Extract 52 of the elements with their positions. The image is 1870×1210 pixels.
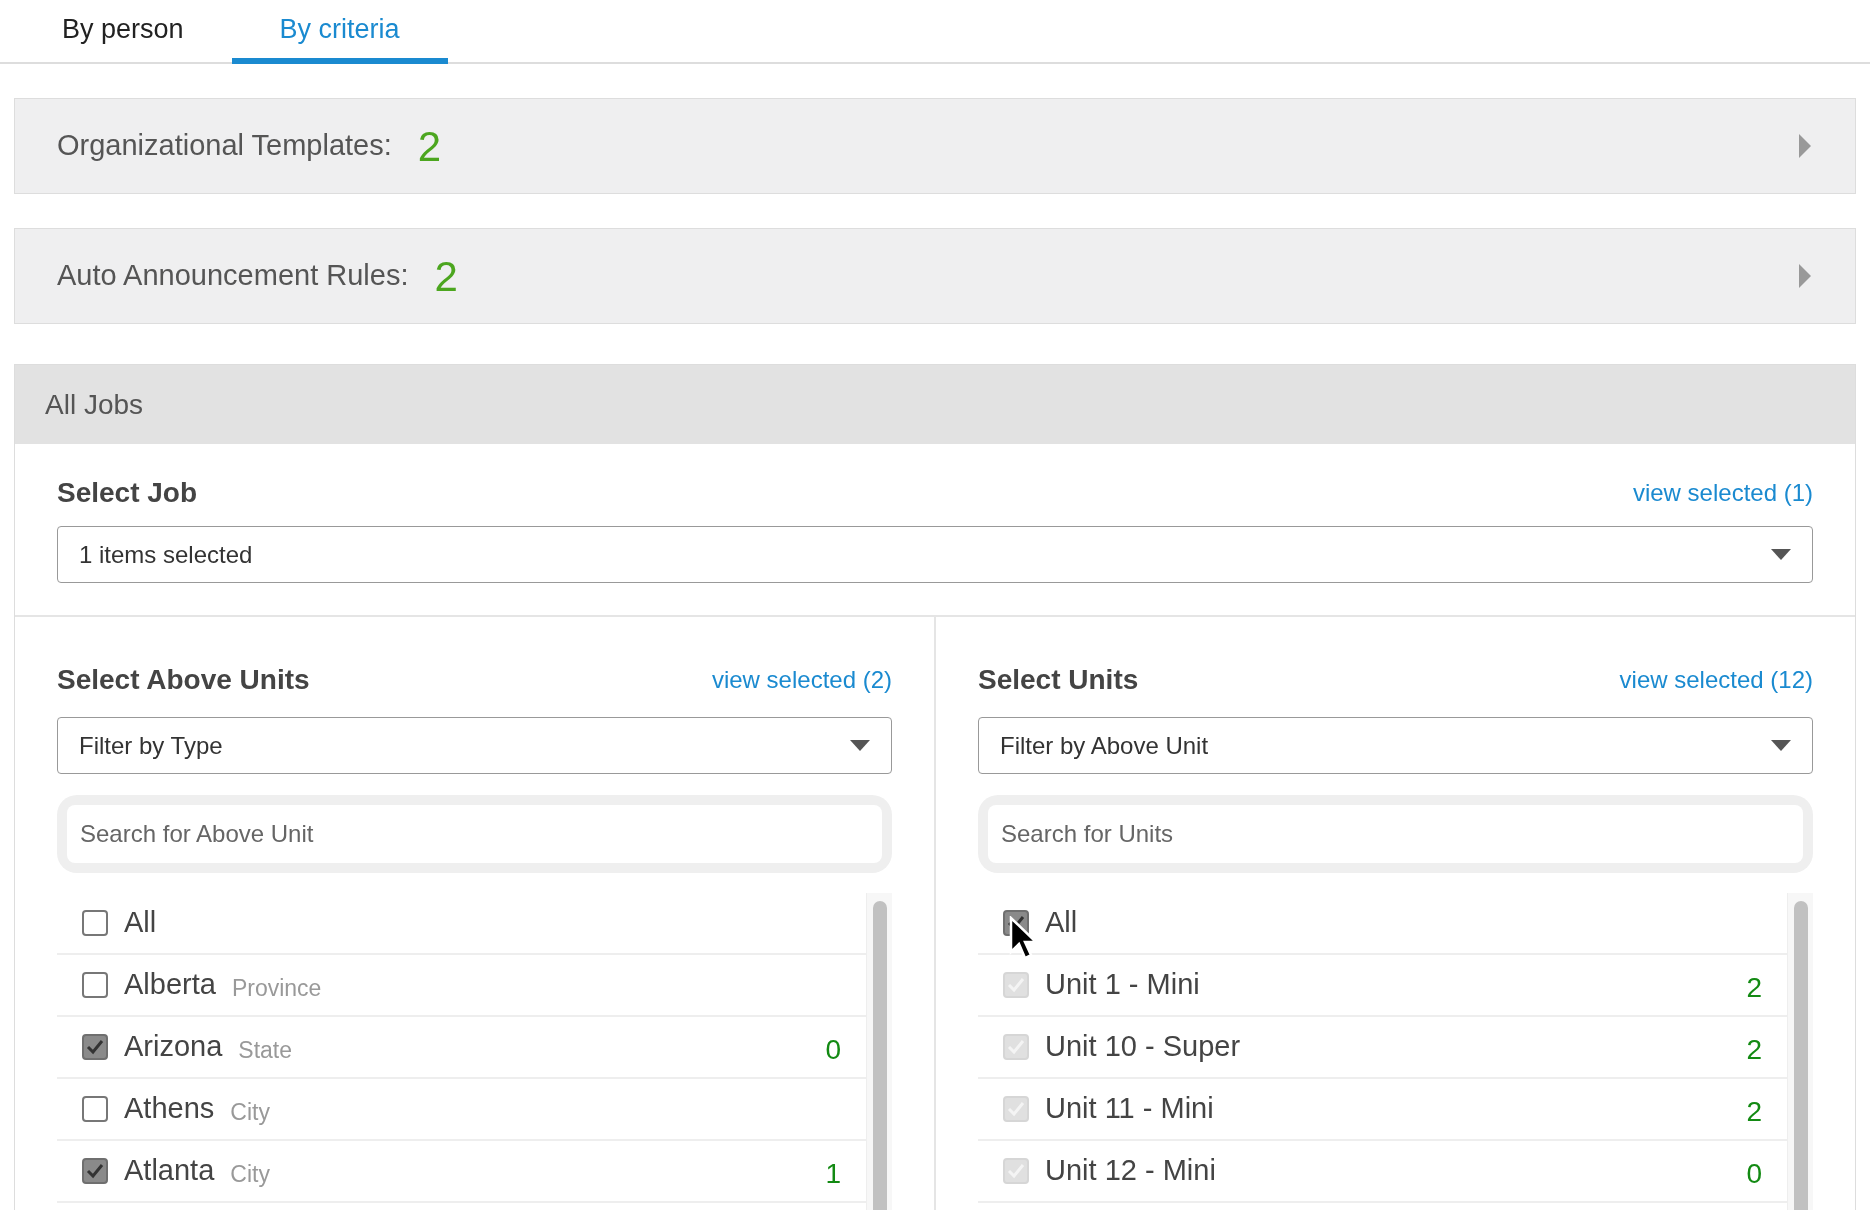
- item-name: Unit 1 - Mini: [1045, 967, 1200, 1003]
- tab[interactable]: By criteria: [231, 0, 448, 64]
- section-label: Select Above Units: [57, 663, 310, 697]
- checkbox[interactable]: [82, 1034, 108, 1060]
- item-type: Province: [231, 973, 322, 1003]
- search-field[interactable]: Search for Units: [988, 805, 1803, 863]
- checkbox[interactable]: [82, 1096, 108, 1122]
- checkmark-icon: [86, 1039, 104, 1055]
- section-label: Select Units: [978, 663, 1139, 697]
- item-name: Athens: [124, 1091, 215, 1127]
- item-count: 1: [825, 1157, 841, 1191]
- summary-panel[interactable]: Auto Announcement Rules: 2: [14, 228, 1856, 324]
- item-name: All: [124, 905, 157, 941]
- item-count: 0: [825, 1033, 841, 1067]
- view-selected-link[interactable]: view selected (2): [711, 662, 892, 698]
- caret-down-icon: [1771, 549, 1791, 560]
- filter-dropdown[interactable]: Filter by Type: [57, 717, 892, 774]
- caret-down-icon: [1771, 740, 1791, 751]
- item-count: 2: [1746, 971, 1762, 1005]
- item-name: Unit 12 - Mini: [1045, 1153, 1216, 1189]
- filter-dropdown[interactable]: Filter by Above Unit: [978, 717, 1813, 774]
- view-selected-link[interactable]: view selected (12): [1619, 662, 1813, 698]
- tab[interactable]: By person: [14, 0, 232, 64]
- panel-title: All Jobs: [45, 387, 144, 422]
- item-type: City: [230, 1159, 270, 1189]
- item-name: Alberta: [124, 967, 216, 1003]
- checkbox[interactable]: [82, 910, 108, 936]
- checkbox[interactable]: [82, 972, 108, 998]
- item-name: Unit 11 - Mini: [1045, 1091, 1214, 1127]
- caret-down-icon: [850, 740, 870, 751]
- summary-label: Organizational Templates:: [57, 128, 392, 164]
- view-selected-link[interactable]: view selected (1): [1632, 475, 1813, 511]
- summary-panel[interactable]: Organizational Templates: 2: [14, 98, 1856, 194]
- item-count: 0: [1746, 1157, 1762, 1191]
- item-type: City: [230, 1097, 270, 1127]
- item-count: 2: [1746, 1095, 1762, 1129]
- scrollbar[interactable]: [1787, 893, 1813, 1210]
- section-label: Select Job: [57, 476, 198, 510]
- item-name: Arizona: [124, 1029, 223, 1065]
- scrollbar[interactable]: [866, 893, 892, 1210]
- job-dropdown[interactable]: 1 items selected: [57, 526, 1813, 583]
- item-count: 2: [1746, 1033, 1762, 1067]
- item-name: All: [1045, 905, 1078, 941]
- checkbox[interactable]: [82, 1158, 108, 1184]
- item-name: Atlanta: [124, 1153, 215, 1189]
- search-field[interactable]: Search for Above Unit: [67, 805, 882, 863]
- item-name: Unit 10 - Super: [1045, 1029, 1241, 1065]
- checkmark-icon: [86, 1163, 104, 1179]
- summary-label: Auto Announcement Rules:: [57, 258, 409, 294]
- summary-count: 2: [434, 251, 458, 302]
- summary-count: 2: [417, 121, 442, 172]
- item-type: State: [238, 1035, 293, 1065]
